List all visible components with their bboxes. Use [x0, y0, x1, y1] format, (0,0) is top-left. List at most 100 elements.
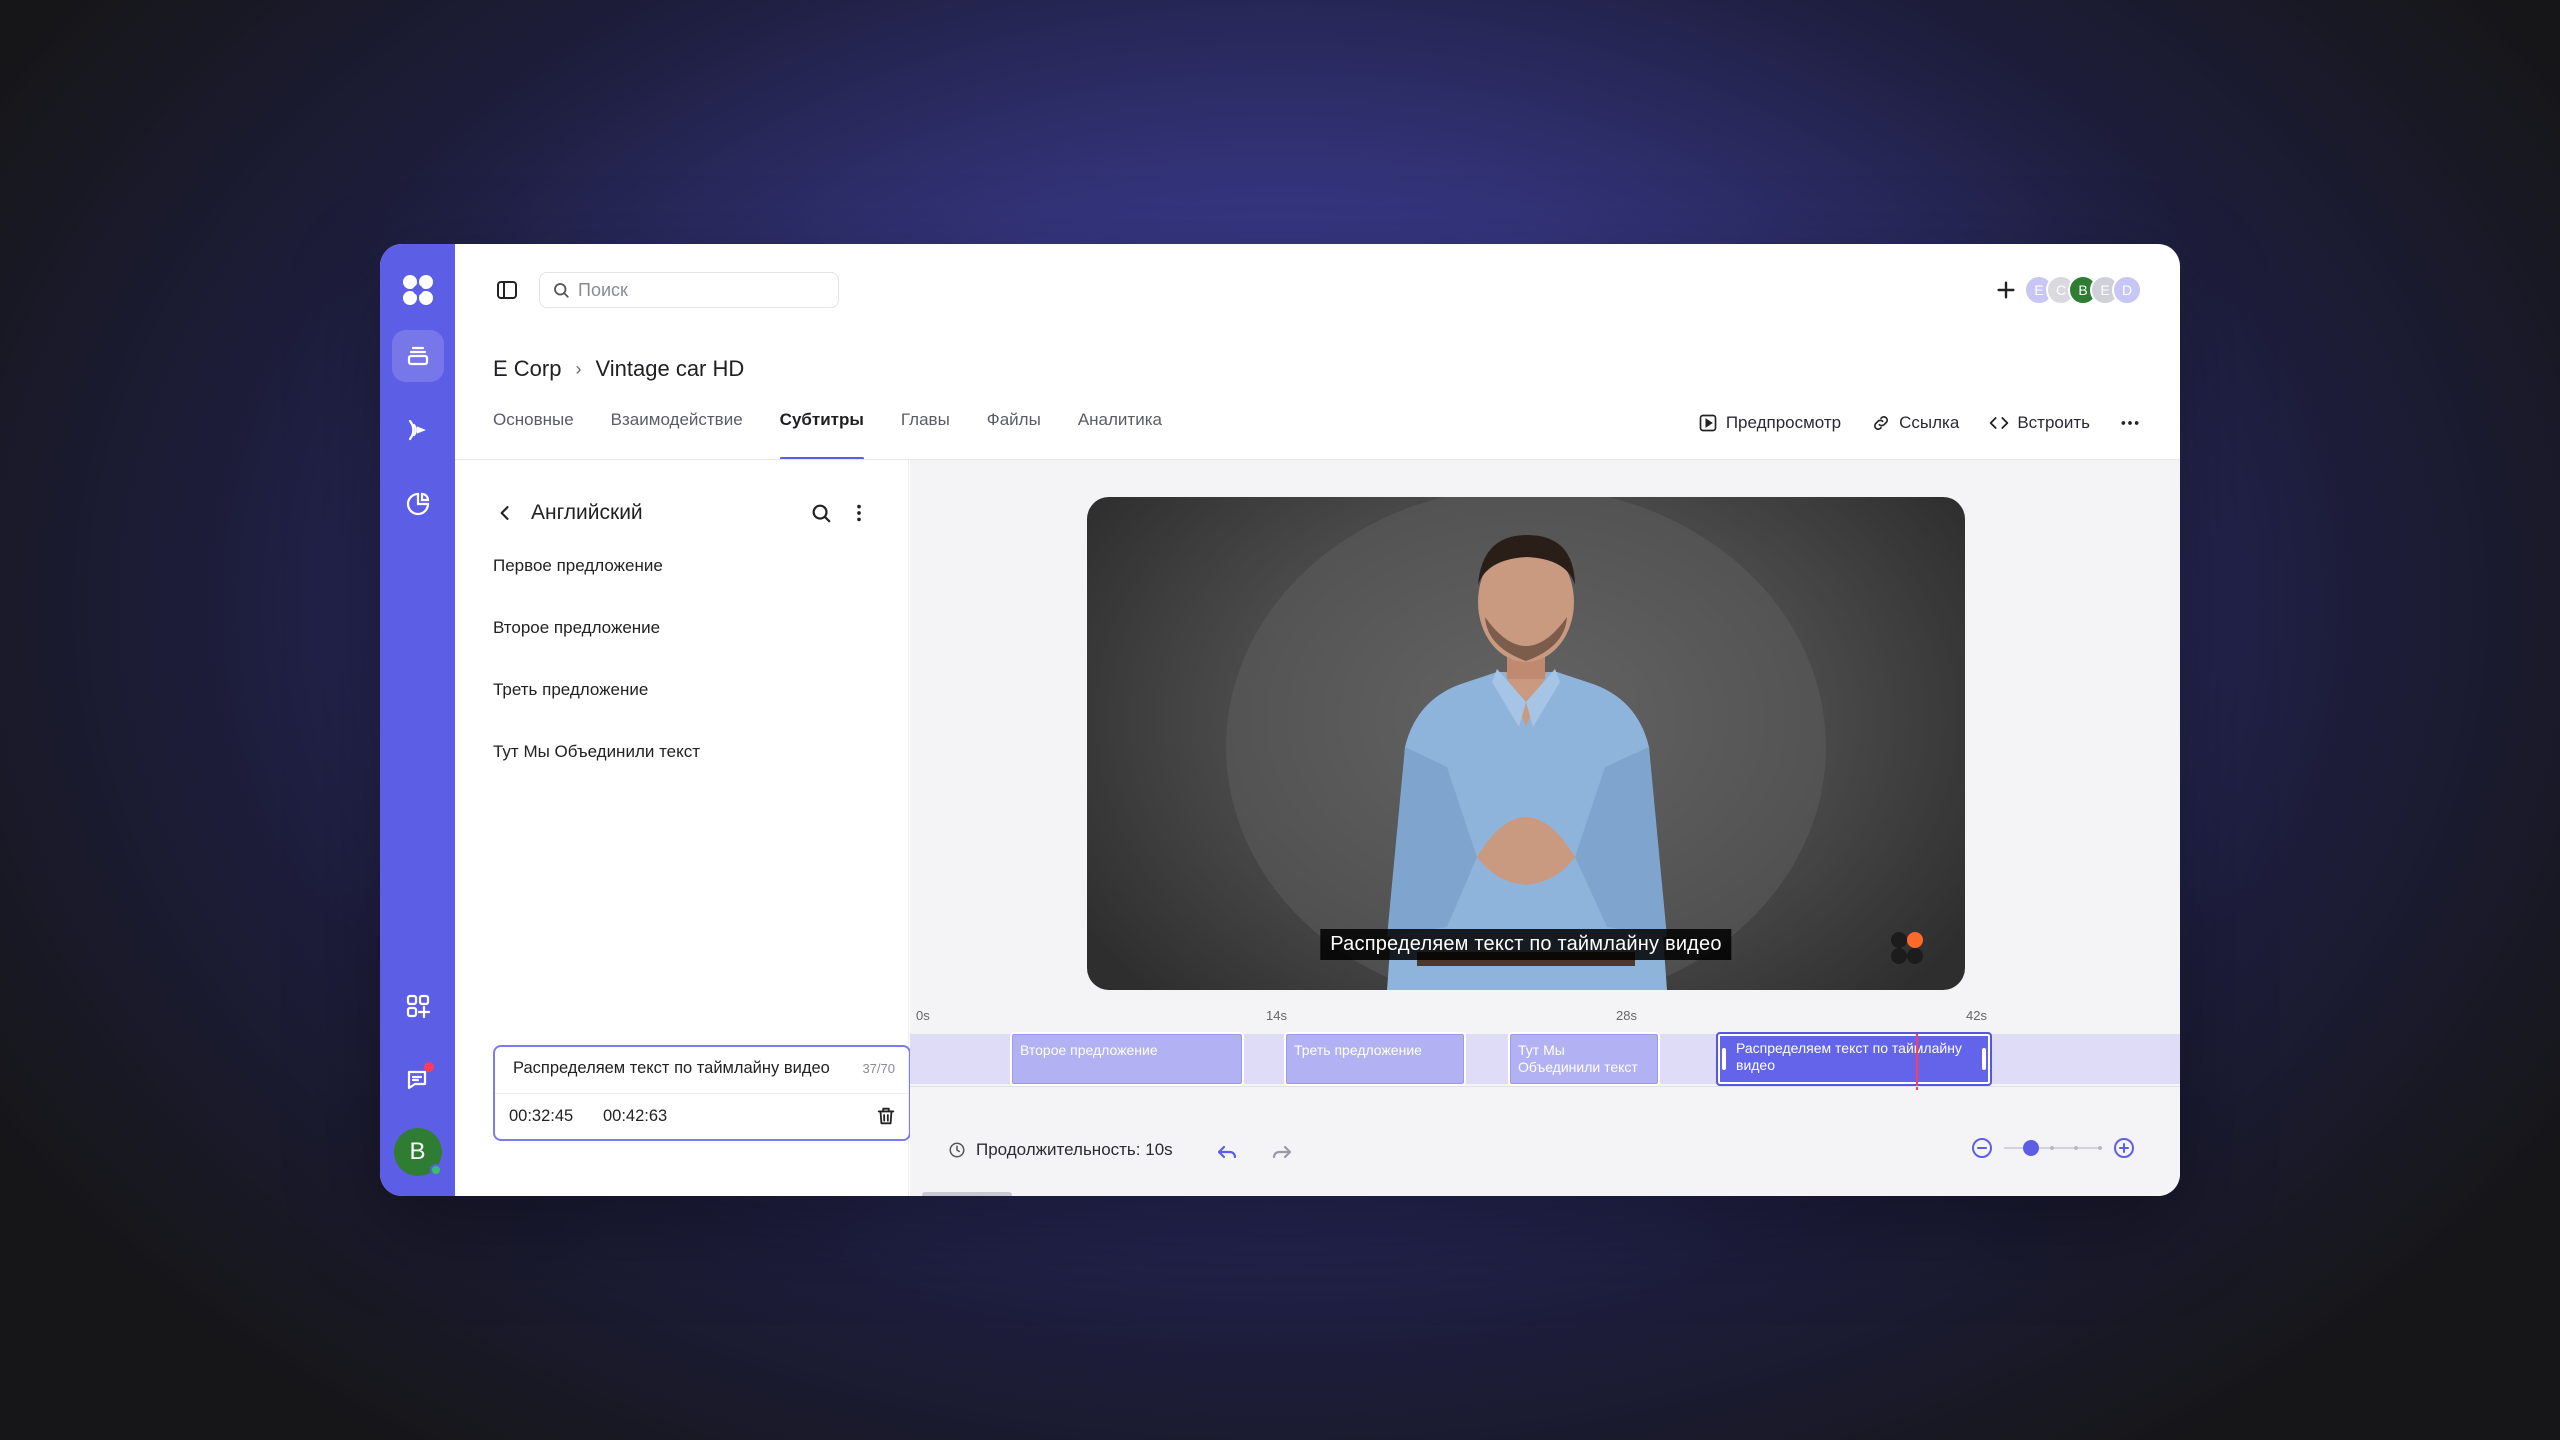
subtitle-list-item[interactable]: Тут Мы Объединили текст [493, 742, 872, 804]
rail-library-button[interactable] [391, 330, 444, 382]
tab-1[interactable]: Основные [493, 410, 574, 460]
timeline-tick-label: 14s [1266, 1008, 1287, 1023]
language-title: Английский [531, 501, 643, 524]
subtitle-search-button[interactable] [808, 500, 834, 526]
embed-button[interactable]: Встроить [1989, 410, 2090, 436]
timeline-clip-label: Распределяем текст по таймлайну видео [1736, 1040, 1962, 1073]
link-label: Ссылка [1899, 413, 1960, 432]
search-box[interactable] [539, 272, 839, 308]
start-time-field[interactable]: 00:32:45 [509, 1107, 573, 1126]
sidebar-toggle-icon[interactable] [495, 278, 519, 302]
top-bar: ECBED [455, 244, 2180, 338]
embed-label: Встроить [2017, 413, 2090, 432]
watermark-logo-icon [1891, 932, 1923, 964]
more-horizontal-icon [2121, 421, 2139, 425]
subtitle-list-item[interactable]: Треть предложение [493, 680, 872, 742]
broadcast-icon [408, 419, 426, 441]
rail-broadcast-button[interactable] [392, 404, 444, 456]
preview-button[interactable]: Предпросмотр [1698, 410, 1841, 436]
rail-analytics-button[interactable] [392, 478, 444, 530]
page-title: Vintage car HD [595, 356, 745, 381]
add-button[interactable] [1990, 274, 2022, 306]
collaborator-avatar[interactable]: D [2112, 275, 2142, 305]
apps-icon [406, 994, 430, 1019]
header-actions: Предпросмотр Ссылка Встроить [1698, 410, 2140, 436]
horizontal-scrollbar[interactable] [922, 1192, 1012, 1196]
duration-label: Продолжительность: 10s [976, 1140, 1173, 1159]
editor-divider [495, 1093, 909, 1094]
timeline-clip-active[interactable]: Распределяем текст по таймлайну видео [1716, 1032, 1992, 1086]
rail-apps-button[interactable] [392, 980, 444, 1032]
subtitle-list-item[interactable]: Первое предложение [493, 556, 872, 618]
search-icon [812, 504, 831, 523]
app-logo-icon[interactable] [400, 272, 436, 308]
preview-label: Предпросмотр [1725, 413, 1842, 432]
back-arrow-icon[interactable] [495, 503, 515, 523]
tab-4[interactable]: Главы [901, 410, 950, 460]
end-time-field[interactable]: 00:42:63 [603, 1107, 667, 1126]
subtitle-list-item[interactable]: Второе предложение [493, 618, 872, 680]
timeline-track[interactable]: Второе предложение Треть предложение Тут М… [910, 1032, 2180, 1086]
subtitle-editor[interactable]: Распределяем текст по таймлайну видео 37… [493, 1045, 911, 1141]
search-input[interactable] [578, 279, 818, 301]
subtitle-text-input[interactable]: Распределяем текст по таймлайну видео [513, 1059, 830, 1078]
link-icon [1874, 416, 1889, 430]
timeline-footer: Продолжительность: 10s [910, 1132, 2180, 1172]
clip-right-handle[interactable] [1982, 1048, 1986, 1070]
breadcrumb-org[interactable]: E Corp [493, 356, 561, 382]
clock-icon [949, 1142, 965, 1158]
video-caption: Распределяем текст по таймлайну видео [1320, 929, 1732, 960]
library-icon [407, 346, 428, 366]
zoom-in-icon[interactable] [2112, 1136, 2136, 1160]
subtitles-panel-header: Английский [495, 500, 872, 526]
left-rail: B [380, 244, 455, 1196]
video-editor: Распределяем текст по таймлайну видео 0s… [910, 460, 2180, 1196]
duration-info: Продолжительность: 10s [948, 1140, 1173, 1160]
tab-bar: Основные Взаимодействие Субтитры Главы Файлы… [493, 410, 1162, 460]
timeline-clip-label: Второе предложение [1020, 1042, 1158, 1058]
tab-6[interactable]: Аналитика [1078, 410, 1162, 460]
trash-icon[interactable] [875, 1105, 897, 1127]
rail-chat-button[interactable] [392, 1054, 444, 1106]
tab-2[interactable]: Взаимодействие [611, 410, 743, 460]
timeline-clip[interactable]: Тут Мы Объединили текст [1508, 1032, 1660, 1086]
timeline-clip[interactable]: Второе предложение [1010, 1032, 1244, 1086]
subtitle-more-button[interactable] [846, 500, 872, 526]
timeline-tick-label: 0s [916, 1008, 930, 1023]
link-button[interactable]: Ссылка [1871, 410, 1959, 436]
app-window: B ECBED E Corp [380, 244, 2180, 1196]
zoom-out-icon[interactable] [1970, 1136, 1994, 1160]
collaborators: ECBED [2024, 275, 2142, 305]
analytics-icon [406, 492, 429, 516]
zoom-tick [2050, 1146, 2054, 1150]
main-area: ECBED E Corp › Vintage car HD Основные Вз… [455, 244, 2180, 1196]
timeline-tick-label: 28s [1616, 1008, 1637, 1023]
timeline-divider [910, 1086, 2180, 1087]
presenter-image [1226, 497, 1826, 990]
timeline-clip-label: Тут Мы Объединили текст [1518, 1042, 1638, 1075]
user-avatar-initial: B [409, 1138, 426, 1165]
timeline-clip-label: Треть предложение [1294, 1042, 1422, 1058]
zoom-tick [2098, 1146, 2102, 1150]
video-player[interactable]: Распределяем текст по таймлайну видео [1087, 497, 1965, 990]
playhead[interactable] [1916, 1034, 1918, 1090]
clip-left-handle[interactable] [1722, 1048, 1726, 1070]
more-vertical-icon [857, 504, 861, 522]
chevron-right-icon: › [575, 358, 582, 379]
user-avatar[interactable]: B [393, 1128, 442, 1176]
plus-icon [1997, 281, 2015, 299]
more-options-button[interactable] [2120, 410, 2140, 436]
preview-icon [1699, 414, 1717, 432]
zoom-slider[interactable] [2004, 1136, 2102, 1160]
tab-5[interactable]: Файлы [987, 410, 1041, 460]
search-icon [554, 283, 569, 298]
timeline-ruler: 0s 14s 28s 42s [910, 1006, 2180, 1032]
timeline-clip[interactable]: Треть предложение [1284, 1032, 1466, 1086]
tab-3[interactable]: Субтитры [779, 410, 865, 460]
online-indicator [429, 1164, 442, 1176]
redo-icon[interactable] [1270, 1140, 1294, 1164]
zoom-controls [1970, 1136, 2136, 1160]
subtitle-list: Первое предложение Второе предложение Трет… [493, 556, 872, 804]
undo-icon[interactable] [1215, 1140, 1239, 1164]
zoom-slider-knob[interactable] [2023, 1140, 2039, 1156]
